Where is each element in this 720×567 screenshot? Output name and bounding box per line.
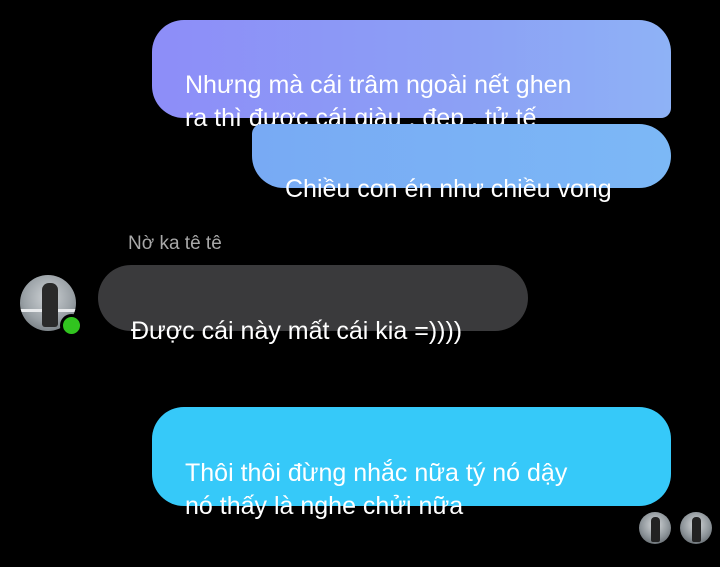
read-receipt-figure	[651, 517, 660, 542]
read-receipt-figure	[692, 517, 701, 542]
message-bubble-outgoing[interactable]: Chiều con én như chiều vong	[252, 124, 671, 203]
message-bubble-incoming[interactable]: Được cái này mất cái kia =))))	[98, 265, 528, 345]
message-bubble-outgoing[interactable]: Nhưng mà cái trâm ngoài nết ghen ra thì …	[152, 20, 671, 132]
message-text: Chiều con én như chiều vong	[285, 175, 612, 203]
sender-name: Nờ ka tê tê	[128, 233, 222, 254]
message-bubble-outgoing[interactable]: Thôi thôi đừng nhắc nữa tý nó dậy nó thấ…	[152, 407, 671, 520]
message-text: Thôi thôi đừng nhắc nữa tý nó dậy nó thấ…	[185, 459, 568, 520]
avatar-photo-figure	[42, 283, 58, 327]
online-status-icon	[60, 314, 83, 337]
message-text: Nhưng mà cái trâm ngoài nết ghen ra thì …	[185, 71, 572, 132]
read-receipt-avatar[interactable]	[639, 512, 671, 544]
read-receipt-avatar[interactable]	[680, 512, 712, 544]
message-text: Được cái này mất cái kia =))))	[131, 317, 463, 345]
chat-thread: Nhưng mà cái trâm ngoài nết ghen ra thì …	[0, 0, 720, 567]
